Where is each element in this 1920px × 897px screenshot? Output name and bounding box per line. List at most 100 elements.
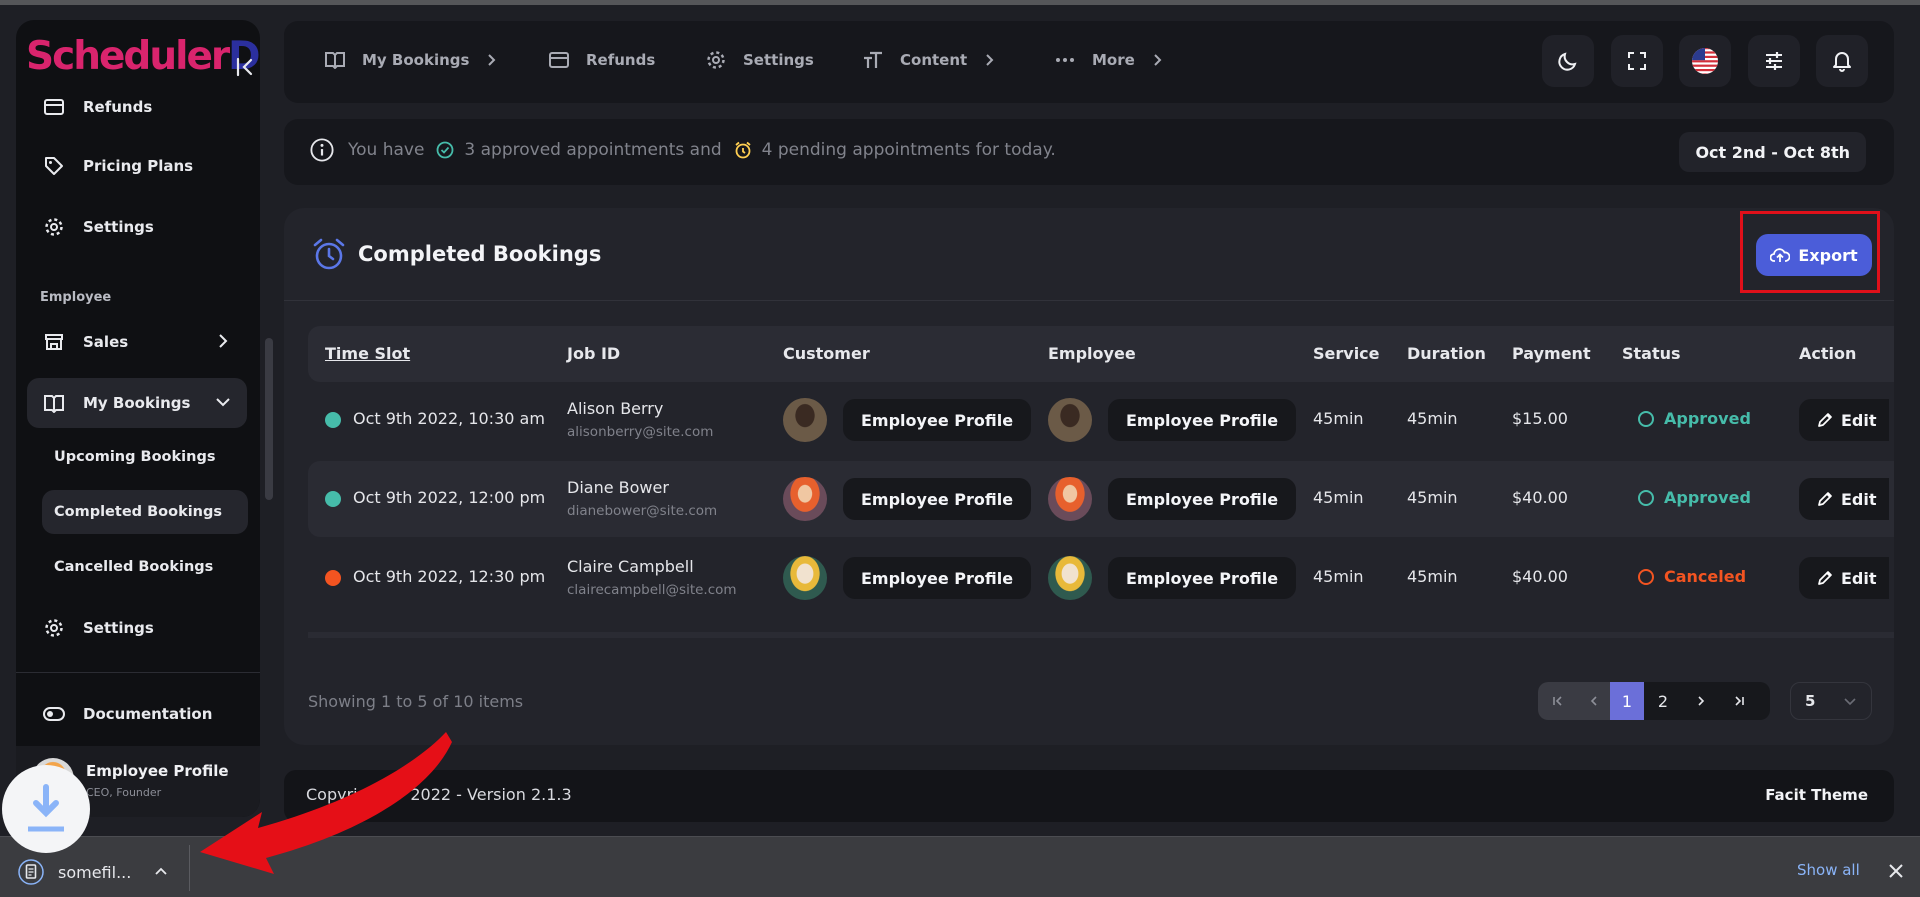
pagination: 1 2 [1538, 682, 1770, 720]
edit-button[interactable]: Edit [1799, 557, 1889, 599]
employee-profile-button[interactable]: Employee Profile [1108, 478, 1297, 520]
chevron-down-icon [216, 398, 230, 407]
column-header-employee[interactable]: Employee [1048, 344, 1136, 363]
column-header-service[interactable]: Service [1313, 344, 1380, 363]
dark-mode-button[interactable] [1542, 35, 1594, 87]
pencil-icon [1817, 570, 1833, 586]
duration-value: 45min [1407, 409, 1458, 428]
chevron-down-icon [1844, 698, 1856, 706]
nav-item-settings[interactable]: Settings [705, 49, 814, 71]
column-header-action[interactable]: Action [1799, 344, 1856, 363]
first-page-button[interactable] [1538, 682, 1578, 720]
export-button[interactable]: Export [1756, 234, 1872, 276]
customer-profile-button[interactable]: Employee Profile [843, 399, 1032, 441]
chevron-up-icon[interactable] [153, 863, 169, 879]
employee-profile-button[interactable]: Employee Profile [1108, 557, 1297, 599]
status-badge[interactable]: Approved [1638, 488, 1751, 507]
avatar [1048, 398, 1092, 442]
table-row[interactable]: Oct 9th 2022, 10:30 am Alison Berry alis… [308, 382, 1894, 458]
customer-profile-button[interactable]: Employee Profile [843, 557, 1032, 599]
sidebar-item-refunds[interactable]: Refunds [27, 82, 247, 132]
notifications-button[interactable] [1816, 35, 1868, 87]
status-dot [325, 491, 341, 507]
column-header-duration[interactable]: Duration [1407, 344, 1486, 363]
duration-value: 45min [1407, 488, 1458, 507]
sidebar-subitem-cancelled-bookings[interactable]: Cancelled Bookings [42, 545, 248, 589]
sidebar-item-settings[interactable]: Settings [27, 202, 247, 252]
nav-item-my-bookings[interactable]: My Bookings [324, 49, 499, 71]
edit-label: Edit [1841, 489, 1877, 509]
customer-email: dianebower@site.com [567, 503, 718, 519]
chevron-right-icon [1154, 54, 1162, 66]
brand-logo[interactable]: SchedulerDesk [26, 34, 260, 79]
customer-name: Alison Berry [567, 399, 664, 418]
items-per-page-select[interactable]: 5 [1790, 682, 1872, 720]
sidebar-item-settings-employee[interactable]: Settings [27, 603, 247, 653]
next-page-button[interactable] [1682, 682, 1720, 720]
page-button-2[interactable]: 2 [1644, 682, 1682, 720]
customize-button[interactable] [1748, 35, 1800, 87]
show-all-downloads-link[interactable]: Show all [1797, 861, 1860, 879]
chevron-right-icon [488, 54, 496, 66]
chevron-right-icon [219, 334, 228, 348]
sidebar-item-pricing-plans[interactable]: Pricing Plans [27, 141, 247, 191]
nav-item-label: More [1092, 51, 1135, 69]
status-label: Approved [1664, 409, 1751, 428]
download-item[interactable]: somefil... [18, 859, 131, 885]
store-icon [43, 331, 65, 353]
sidebar-item-sales[interactable]: Sales [27, 317, 247, 367]
date-range-button[interactable]: Oct 2nd - Oct 8th [1679, 132, 1866, 172]
edit-button[interactable]: Edit [1799, 399, 1889, 441]
profile-name: Employee Profile [86, 762, 229, 780]
nav-item-more[interactable]: More [1054, 49, 1165, 71]
sidebar-item-my-bookings[interactable]: My Bookings [27, 378, 247, 428]
status-ring-icon [1638, 410, 1654, 427]
table-row[interactable]: Oct 9th 2022, 12:00 pm Diane Bower diane… [308, 461, 1894, 537]
export-button-label: Export [1798, 245, 1858, 265]
chevron-left-icon [1590, 696, 1597, 706]
status-badge[interactable]: Approved [1638, 409, 1751, 428]
download-indicator [2, 765, 90, 853]
edit-label: Edit [1841, 410, 1877, 430]
column-header-payment[interactable]: Payment [1512, 344, 1591, 363]
completed-bookings-card: Completed Bookings Export Time Slot Job … [284, 208, 1894, 745]
column-header-customer[interactable]: Customer [783, 344, 870, 363]
pending-count-text: 4 pending appointments for today. [761, 140, 1056, 160]
nav-item-refunds[interactable]: Refunds [548, 49, 655, 71]
browser-top-edge [0, 0, 1920, 5]
status-ring-icon [1638, 489, 1654, 506]
fullscreen-button[interactable] [1611, 35, 1663, 87]
info-icon [310, 138, 334, 162]
column-header-job-id[interactable]: Job ID [567, 344, 620, 363]
sidebar-scrollbar[interactable] [265, 338, 273, 500]
status-dot [325, 412, 341, 428]
column-header-time-slot[interactable]: Time Slot [325, 344, 410, 363]
nav-item-content[interactable]: Content [862, 49, 997, 71]
language-button[interactable] [1679, 35, 1731, 87]
download-filename: somefil... [58, 862, 132, 882]
avatar [783, 477, 827, 521]
prev-page-button[interactable] [1578, 682, 1610, 720]
nav-item-label: Refunds [586, 51, 656, 69]
customer-profile-button[interactable]: Employee Profile [843, 478, 1032, 520]
table-header: Time Slot Job ID Customer Employee Servi… [308, 326, 1894, 382]
service-value: 45min [1313, 567, 1364, 586]
sidebar-item-documentation[interactable]: Documentation [27, 689, 247, 739]
gear-icon [43, 216, 65, 238]
last-page-button[interactable] [1720, 682, 1758, 720]
card-header: Completed Bookings Export [284, 208, 1894, 301]
column-header-status[interactable]: Status [1622, 344, 1681, 363]
first-page-icon [1553, 696, 1562, 706]
status-badge[interactable]: Canceled [1638, 567, 1746, 586]
collapse-sidebar-icon[interactable] [234, 56, 256, 78]
sidebar-subitem-completed-bookings[interactable]: Completed Bookings [42, 490, 248, 534]
approved-count-text: 3 approved appointments and [464, 140, 722, 160]
customer-name: Claire Campbell [567, 557, 694, 576]
employee-profile-button[interactable]: Employee Profile [1108, 399, 1297, 441]
close-icon[interactable] [1888, 863, 1904, 879]
table-row[interactable]: Oct 9th 2022, 12:30 pm Claire Campbell c… [308, 540, 1894, 616]
time-slot: Oct 9th 2022, 12:00 pm [353, 488, 546, 507]
page-button-1[interactable]: 1 [1610, 682, 1644, 720]
edit-button[interactable]: Edit [1799, 478, 1889, 520]
sidebar-subitem-upcoming-bookings[interactable]: Upcoming Bookings [42, 435, 248, 479]
